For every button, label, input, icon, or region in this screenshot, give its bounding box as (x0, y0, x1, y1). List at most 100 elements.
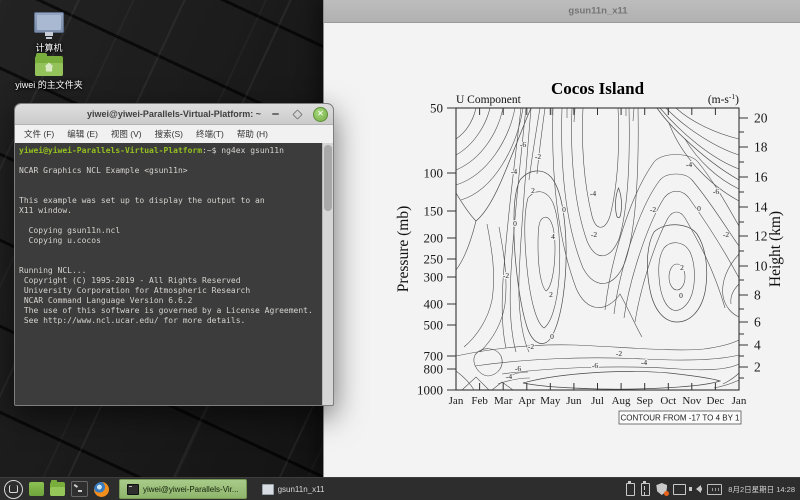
svg-text:Apr: Apr (518, 395, 535, 407)
contour-plot: Cocos Island U Component (m-s-1) Pressur… (324, 22, 800, 478)
terminal-scrollbar[interactable] (322, 143, 333, 405)
svg-text:-2: -2 (535, 152, 541, 161)
desktop-icon-computer[interactable]: 计算机 (10, 12, 88, 54)
contour-info-box: CONTOUR FROM -17 TO 4 BY 1 (619, 411, 741, 424)
computer-icon (34, 12, 64, 33)
shield-update-icon[interactable] (656, 483, 667, 495)
battery-warning-icon[interactable] (641, 483, 650, 496)
svg-text:Oct: Oct (660, 395, 676, 407)
plot-units: (m-s-1) (708, 92, 739, 106)
terminal-screen[interactable]: yiwei@yiwei-Parallels-Virtual-Platform:~… (15, 143, 333, 405)
svg-text:1000: 1000 (417, 383, 443, 398)
svg-text:14: 14 (754, 200, 768, 215)
svg-text:-4: -4 (511, 167, 517, 176)
minimize-icon (272, 113, 279, 115)
x11-window-title: gsun11n_x11 (568, 6, 627, 17)
svg-text:2: 2 (531, 186, 535, 195)
battery-icon[interactable] (626, 483, 635, 496)
desktop-icon-home-folder[interactable]: yiwei 的主文件夹 (10, 56, 88, 91)
terminal-icon (127, 484, 139, 495)
svg-text:Nov: Nov (682, 395, 701, 407)
menu-item[interactable]: 编辑 (E) (67, 128, 98, 140)
mint-menu-icon (9, 485, 18, 493)
home-icon (45, 63, 54, 72)
x11-titlebar[interactable]: gsun11n_x11 (324, 0, 800, 23)
svg-text:0: 0 (679, 291, 683, 300)
taskbar: yiwei@yiwei-Parallels-Vir... gsun11n_x11… (0, 477, 800, 500)
task-label: yiwei@yiwei-Parallels-Vir... (143, 485, 239, 494)
stipple-region-right (647, 225, 706, 322)
contour-info-text: CONTOUR FROM -17 TO 4 BY 1 (621, 414, 741, 423)
svg-text:-4: -4 (506, 372, 512, 381)
minimize-button[interactable] (269, 108, 282, 121)
height-axis: 2018161412108642 (740, 111, 768, 379)
maximize-button[interactable] (291, 108, 304, 121)
menu-item[interactable]: 终端(T) (196, 128, 224, 140)
x11-plot-window: gsun11n_x11 Cocos Island U Component (m-… (323, 0, 800, 478)
svg-text:400: 400 (424, 297, 444, 312)
y-axis-left-label: Pressure (mb) (395, 206, 412, 293)
svg-text:100: 100 (424, 166, 444, 181)
menu-item[interactable]: 视图 (V) (111, 128, 142, 140)
maximize-icon (292, 109, 302, 119)
svg-text:4: 4 (551, 232, 555, 241)
speaker-icon[interactable] (692, 485, 701, 493)
svg-text:2: 2 (549, 290, 553, 299)
svg-text:Jan: Jan (449, 395, 464, 407)
menu-item[interactable]: 帮助 (H) (237, 128, 268, 140)
svg-text:10: 10 (754, 259, 768, 274)
svg-text:-2: -2 (616, 349, 622, 358)
task-label: gsun11n_x11 (278, 485, 325, 494)
window-icon (262, 484, 274, 495)
svg-text:Mar: Mar (494, 395, 513, 407)
mint-menu-button[interactable] (4, 480, 23, 499)
plot-frame (456, 108, 739, 390)
svg-text:-6: -6 (520, 140, 526, 149)
task-button-x11[interactable]: gsun11n_x11 (255, 480, 332, 498)
menu-item[interactable]: 文件 (F) (24, 128, 54, 140)
svg-text:Feb: Feb (471, 395, 488, 407)
svg-text:800: 800 (424, 362, 444, 377)
svg-text:Dec: Dec (707, 395, 725, 407)
taskbar-clock[interactable]: 8月2日星期日 14:28 (728, 484, 795, 495)
svg-text:May: May (540, 395, 561, 407)
display-icon[interactable] (673, 484, 686, 495)
svg-text:6: 6 (754, 315, 761, 330)
pressure-axis: 501001502002503004005007008001000 (417, 101, 456, 398)
close-button[interactable]: ✕ (313, 107, 328, 122)
contour-value-labels: -6-2-42-4-4-60-200-2-242-2200-2-2-4-6-6-… (503, 140, 729, 381)
svg-text:18: 18 (754, 140, 768, 155)
show-desktop-button[interactable] (29, 482, 44, 496)
folder-icon (35, 56, 63, 76)
svg-text:300: 300 (424, 270, 444, 285)
terminal-command: :~$ ng4ex gsun11n (202, 146, 284, 155)
notification-dot (664, 491, 669, 496)
x11-plot-canvas: Cocos Island U Component (m-s-1) Pressur… (324, 22, 800, 478)
terminal-titlebar[interactable]: yiwei@yiwei-Parallels-Virtual-Platform: … (15, 104, 333, 125)
scrollbar-thumb[interactable] (324, 145, 332, 211)
svg-text:-4: -4 (686, 160, 692, 169)
svg-text:250: 250 (424, 252, 444, 267)
svg-text:-2: -2 (528, 342, 534, 351)
svg-text:Jul: Jul (591, 395, 604, 407)
svg-text:-6: -6 (713, 187, 719, 196)
svg-text:-4: -4 (590, 189, 596, 198)
terminal-launcher[interactable] (71, 481, 88, 497)
files-launcher[interactable] (50, 482, 65, 496)
terminal-window-title: yiwei@yiwei-Parallels-Virtual-Platform: … (87, 109, 261, 119)
close-icon: ✕ (317, 110, 324, 118)
keyboard-icon[interactable] (707, 484, 722, 495)
svg-text:0: 0 (697, 204, 701, 213)
terminal-prompt: yiwei@yiwei-Parallels-Virtual-Platform (19, 146, 202, 155)
svg-text:0: 0 (513, 219, 517, 228)
task-button-terminal[interactable]: yiwei@yiwei-Parallels-Vir... (119, 479, 247, 499)
svg-text:200: 200 (424, 231, 444, 246)
svg-text:-2: -2 (650, 205, 656, 214)
funnel-feature (615, 188, 621, 218)
terminal-menubar: 文件 (F) 编辑 (E) 视图 (V) 搜索(S) 终端(T) 帮助 (H) (15, 125, 333, 144)
svg-text:12: 12 (754, 229, 768, 244)
firefox-launcher[interactable] (94, 482, 109, 497)
menu-item[interactable]: 搜索(S) (155, 128, 183, 140)
svg-text:-2: -2 (591, 230, 597, 239)
svg-text:-6: -6 (592, 361, 598, 370)
